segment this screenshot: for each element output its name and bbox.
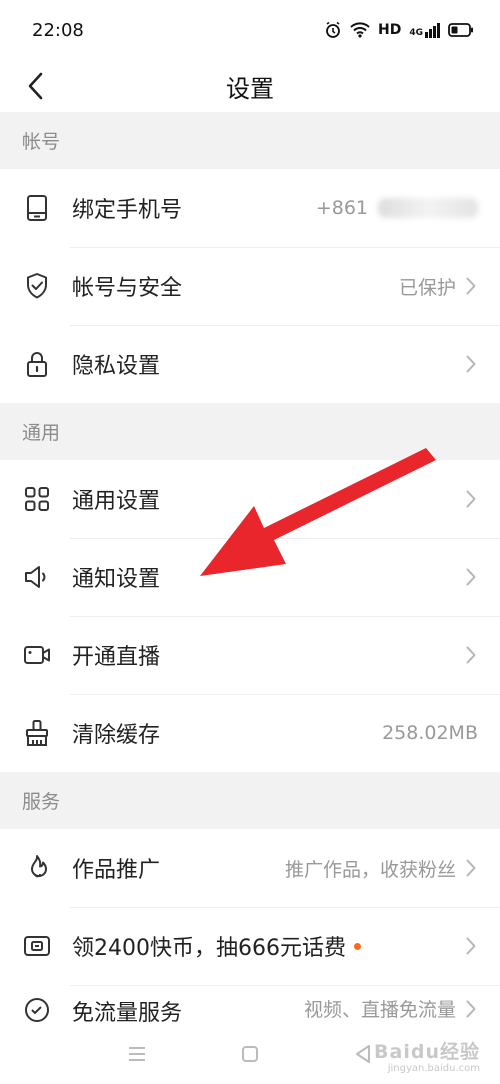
row-label: 绑定手机号 [72,198,183,223]
shield-icon [22,271,52,301]
row-right [464,488,478,510]
watermark: Baidu经验 jingyan.baidu.com [374,1042,480,1074]
speaker-icon [22,562,52,592]
status-time: 22:08 [32,19,84,41]
row-right: 258.02MB [382,722,478,744]
row-label: 开通直播 [72,645,161,670]
signal-label: 4G [409,28,423,38]
nav-bar: 设置 [0,60,500,112]
row-label: 帐号与安全 [72,276,183,301]
row-right: 已保护 [399,273,478,300]
settings-row-notifications[interactable]: 通知设置 [0,538,500,616]
hd-label: HD [378,22,402,38]
chevron-right-icon [464,566,478,588]
row-right [464,353,478,375]
row-label: 通知设置 [72,567,161,592]
row-right: 推广作品，收获粉丝 [285,855,478,882]
status-icons: HD 4G [324,21,474,39]
status-bar: 22:08 HD 4G [0,0,500,60]
row-right [464,644,478,666]
chevron-right-icon [464,353,478,375]
settings-row-general[interactable]: 通用设置 [0,460,500,538]
back-triangle-icon [356,1045,371,1063]
chevron-right-icon [464,644,478,666]
chevron-right-icon [464,998,478,1020]
row-right [464,566,478,588]
home-key[interactable] [230,1034,270,1074]
signal-icon: 4G [409,22,440,38]
back-arrow-icon [28,72,43,100]
security-status-value: 已保护 [398,276,456,299]
chevron-right-icon [464,857,478,879]
phone-number-value: +861 [315,197,368,219]
row-label: 领2400快币，抽666元话费 [72,936,346,961]
data-icon [22,995,52,1025]
battery-icon [448,23,474,37]
flame-icon [22,853,52,883]
section-header-general: 通用 [0,403,500,460]
section-header-account: 帐号 [0,112,500,169]
chevron-right-icon [464,275,478,297]
row-label: 通用设置 [72,489,161,514]
row-label: 清除缓存 [72,723,161,748]
lock-icon [22,349,52,379]
watermark-url: jingyan.baidu.com [387,1063,480,1074]
wifi-icon [350,22,370,38]
menu-key[interactable] [117,1034,157,1074]
settings-row-account-security[interactable]: 帐号与安全 已保护 [0,247,500,325]
chevron-right-icon [464,935,478,957]
free-data-hint-value: 视频、直播免流量 [303,999,456,1021]
settings-row-privacy[interactable]: 隐私设置 [0,325,500,403]
settings-row-clear-cache[interactable]: 清除缓存 258.02MB [0,694,500,772]
chevron-right-icon [464,488,478,510]
settings-row-promotion[interactable]: 作品推广 推广作品，收获粉丝 [0,829,500,907]
menu-icon [128,1047,145,1061]
settings-row-live-stream[interactable]: 开通直播 [0,616,500,694]
row-label: 作品推广 [72,858,161,883]
coin-icon [22,931,52,961]
blurred-phone-digits [378,198,478,218]
section-header-services: 服务 [0,772,500,829]
settings-row-bind-phone[interactable]: 绑定手机号 +861 [0,169,500,247]
alarm-icon [324,21,342,39]
settings-row-coins-reward[interactable]: 领2400快币，抽666元话费 [0,907,500,985]
row-right: 视频、直播免流量 [304,995,478,1022]
row-label: 隐私设置 [72,354,161,379]
new-badge-dot [353,942,361,950]
row-right [464,935,478,957]
row-label: 免流量服务 [72,1001,183,1026]
camera-icon [22,640,52,670]
grid-icon [22,484,52,514]
cache-size-value: 258.02MB [382,722,478,744]
page-title: 设置 [226,74,274,103]
promotion-hint-value: 推广作品，收获粉丝 [284,858,456,881]
phone-icon [22,193,52,223]
watermark-brand: Baidu经验 [374,1041,480,1064]
back-button[interactable] [20,66,50,106]
home-square-icon [241,1046,258,1062]
row-right: +861 [316,197,478,219]
broom-icon [22,718,52,748]
